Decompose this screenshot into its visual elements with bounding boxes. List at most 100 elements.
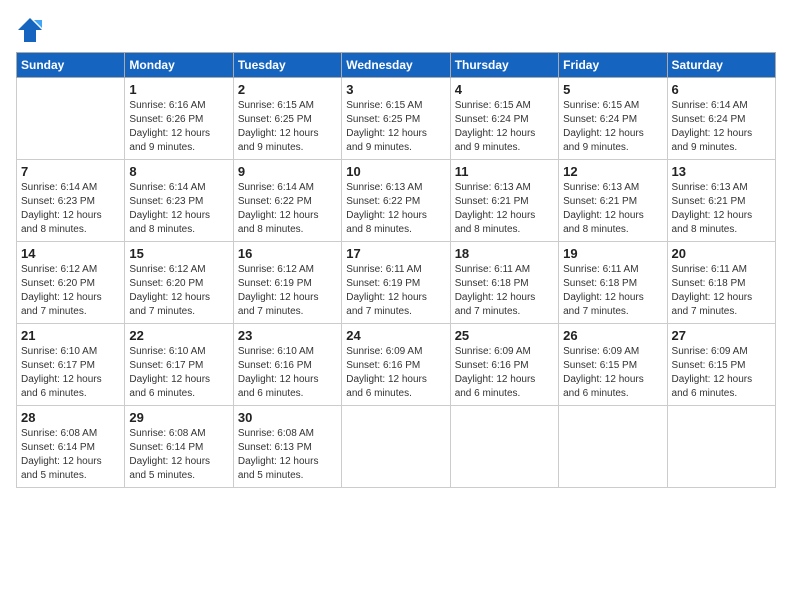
day-cell [17, 78, 125, 160]
day-info: Sunrise: 6:14 AM Sunset: 6:23 PM Dayligh… [129, 181, 228, 237]
day-cell: 19 Sunrise: 6:11 AM Sunset: 6:18 PM Dayli… [559, 242, 667, 324]
day-info: Sunrise: 6:15 AM Sunset: 6:25 PM Dayligh… [238, 99, 337, 155]
day-cell: 23Sunrise: 6:10 AM Sunset: 6:16 PM Dayli… [233, 324, 341, 406]
day-cell: 14Sunrise: 6:12 AM Sunset: 6:20 PM Dayli… [17, 242, 125, 324]
day-cell: 8 Sunrise: 6:14 AM Sunset: 6:23 PM Daylig… [125, 160, 233, 242]
week-row-3: 14 Sunrise: 6:12 AM Sunset: 6:20 PM Dayli… [17, 242, 776, 324]
day-cell [667, 406, 775, 488]
day-number: 14 [21, 246, 120, 261]
day-cell: 18Sunrise: 6:11 AM Sunset: 6:18 PM Dayli… [450, 242, 558, 324]
day-cell: 11 Sunrise: 6:13 AM Sunset: 6:21 PM Dayli… [450, 160, 558, 242]
day-cell: 3Sunrise: 6:15 AM Sunset: 6:25 PM Daylig… [342, 78, 450, 160]
col-header-tuesday: Tuesday [233, 53, 341, 78]
day-number: 27 [672, 328, 771, 343]
day-cell: 2 Sunrise: 6:15 AM Sunset: 6:25 PM Daylig… [233, 78, 341, 160]
logo-icon [16, 16, 44, 44]
day-cell: 12 Sunrise: 6:13 AM Sunset: 6:21 PM Dayli… [559, 160, 667, 242]
day-number: 13 [672, 164, 771, 179]
week-row-4: 21 Sunrise: 6:10 AM Sunset: 6:17 PM Dayli… [17, 324, 776, 406]
day-number: 4 [455, 82, 554, 97]
day-cell [559, 406, 667, 488]
day-info: Sunrise: 6:13 AM Sunset: 6:21 PM Dayligh… [455, 181, 554, 237]
day-number: 9 [238, 164, 337, 179]
day-cell: 22 Sunrise: 6:10 AM Sunset: 6:17 PM Dayli… [125, 324, 233, 406]
day-number: 19 [563, 246, 662, 261]
day-info: Sunrise: 6:11 AM Sunset: 6:18 PM Dayligh… [455, 263, 554, 319]
day-number: 21 [21, 328, 120, 343]
day-info: Sunrise: 6:11 AM Sunset: 6:18 PM Dayligh… [672, 263, 771, 319]
day-info: Sunrise: 6:08 AM Sunset: 6:14 PM Dayligh… [21, 427, 120, 483]
day-number: 7 [21, 164, 120, 179]
day-cell: 4 Sunrise: 6:15 AM Sunset: 6:24 PM Daylig… [450, 78, 558, 160]
day-info: Sunrise: 6:09 AM Sunset: 6:16 PM Dayligh… [346, 345, 445, 401]
day-info: Sunrise: 6:09 AM Sunset: 6:15 PM Dayligh… [563, 345, 662, 401]
day-cell: 27 Sunrise: 6:09 AM Sunset: 6:15 PM Dayli… [667, 324, 775, 406]
day-cell [450, 406, 558, 488]
day-number: 2 [238, 82, 337, 97]
col-header-monday: Monday [125, 53, 233, 78]
day-number: 10 [346, 164, 445, 179]
day-number: 30 [238, 410, 337, 425]
day-cell: 20Sunrise: 6:11 AM Sunset: 6:18 PM Dayli… [667, 242, 775, 324]
day-info: Sunrise: 6:11 AM Sunset: 6:18 PM Dayligh… [563, 263, 662, 319]
day-info: Sunrise: 6:10 AM Sunset: 6:17 PM Dayligh… [21, 345, 120, 401]
week-row-1: 1 Sunrise: 6:16 AM Sunset: 6:26 PM Daylig… [17, 78, 776, 160]
day-cell: 17 Sunrise: 6:11 AM Sunset: 6:19 PM Dayli… [342, 242, 450, 324]
day-info: Sunrise: 6:16 AM Sunset: 6:26 PM Dayligh… [129, 99, 228, 155]
day-number: 15 [129, 246, 228, 261]
day-cell: 5 Sunrise: 6:15 AM Sunset: 6:24 PM Daylig… [559, 78, 667, 160]
day-cell: 16 Sunrise: 6:12 AM Sunset: 6:19 PM Dayli… [233, 242, 341, 324]
day-cell: 26 Sunrise: 6:09 AM Sunset: 6:15 PM Dayli… [559, 324, 667, 406]
day-number: 3 [346, 82, 445, 97]
day-cell: 1 Sunrise: 6:16 AM Sunset: 6:26 PM Daylig… [125, 78, 233, 160]
day-number: 26 [563, 328, 662, 343]
day-info: Sunrise: 6:08 AM Sunset: 6:14 PM Dayligh… [129, 427, 228, 483]
day-cell: 21 Sunrise: 6:10 AM Sunset: 6:17 PM Dayli… [17, 324, 125, 406]
day-cell: 30 Sunrise: 6:08 AM Sunset: 6:13 PM Dayli… [233, 406, 341, 488]
day-cell [342, 406, 450, 488]
day-number: 24 [346, 328, 445, 343]
day-number: 6 [672, 82, 771, 97]
day-cell: 25 Sunrise: 6:09 AM Sunset: 6:16 PM Dayli… [450, 324, 558, 406]
day-number: 29 [129, 410, 228, 425]
day-info: Sunrise: 6:09 AM Sunset: 6:15 PM Dayligh… [672, 345, 771, 401]
col-header-sunday: Sunday [17, 53, 125, 78]
col-header-saturday: Saturday [667, 53, 775, 78]
day-number: 8 [129, 164, 228, 179]
day-number: 22 [129, 328, 228, 343]
day-info: Sunrise: 6:08 AM Sunset: 6:13 PM Dayligh… [238, 427, 337, 483]
day-cell: 13 Sunrise: 6:13 AM Sunset: 6:21 PM Dayli… [667, 160, 775, 242]
day-info: Sunrise: 6:09 AM Sunset: 6:16 PM Dayligh… [455, 345, 554, 401]
day-info: Sunrise: 6:14 AM Sunset: 6:24 PM Dayligh… [672, 99, 771, 155]
col-header-friday: Friday [559, 53, 667, 78]
col-header-thursday: Thursday [450, 53, 558, 78]
day-number: 5 [563, 82, 662, 97]
day-number: 1 [129, 82, 228, 97]
header [16, 16, 776, 44]
day-cell: 7 Sunrise: 6:14 AM Sunset: 6:23 PM Daylig… [17, 160, 125, 242]
day-number: 11 [455, 164, 554, 179]
day-info: Sunrise: 6:13 AM Sunset: 6:22 PM Dayligh… [346, 181, 445, 237]
day-info: Sunrise: 6:15 AM Sunset: 6:24 PM Dayligh… [563, 99, 662, 155]
day-info: Sunrise: 6:13 AM Sunset: 6:21 PM Dayligh… [563, 181, 662, 237]
logo [16, 16, 48, 44]
day-cell: 9 Sunrise: 6:14 AM Sunset: 6:22 PM Daylig… [233, 160, 341, 242]
day-number: 25 [455, 328, 554, 343]
day-info: Sunrise: 6:14 AM Sunset: 6:22 PM Dayligh… [238, 181, 337, 237]
day-number: 16 [238, 246, 337, 261]
day-cell: 15 Sunrise: 6:12 AM Sunset: 6:20 PM Dayli… [125, 242, 233, 324]
day-cell: 29 Sunrise: 6:08 AM Sunset: 6:14 PM Dayli… [125, 406, 233, 488]
day-cell: 28Sunrise: 6:08 AM Sunset: 6:14 PM Dayli… [17, 406, 125, 488]
day-info: Sunrise: 6:14 AM Sunset: 6:23 PM Dayligh… [21, 181, 120, 237]
day-info: Sunrise: 6:10 AM Sunset: 6:17 PM Dayligh… [129, 345, 228, 401]
day-info: Sunrise: 6:13 AM Sunset: 6:21 PM Dayligh… [672, 181, 771, 237]
day-number: 17 [346, 246, 445, 261]
day-number: 12 [563, 164, 662, 179]
day-cell: 24 Sunrise: 6:09 AM Sunset: 6:16 PM Dayli… [342, 324, 450, 406]
day-info: Sunrise: 6:11 AM Sunset: 6:19 PM Dayligh… [346, 263, 445, 319]
day-info: Sunrise: 6:12 AM Sunset: 6:19 PM Dayligh… [238, 263, 337, 319]
day-number: 23 [238, 328, 337, 343]
day-info: Sunrise: 6:15 AM Sunset: 6:24 PM Dayligh… [455, 99, 554, 155]
week-row-5: 28Sunrise: 6:08 AM Sunset: 6:14 PM Dayli… [17, 406, 776, 488]
day-info: Sunrise: 6:12 AM Sunset: 6:20 PM Dayligh… [129, 263, 228, 319]
